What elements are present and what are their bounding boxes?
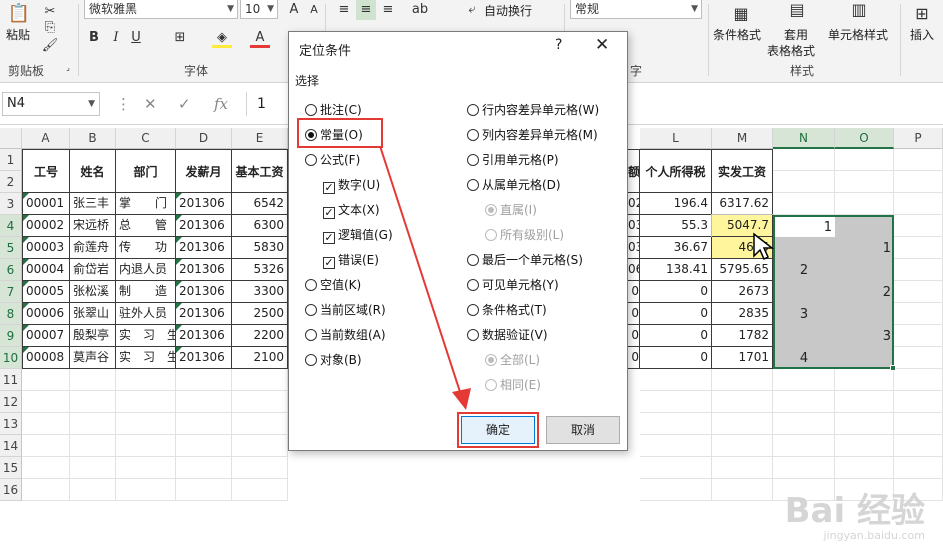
watermark: Bai 经验 jingyan.baidu.com bbox=[785, 493, 925, 542]
watermark-brand: Bai 经验 bbox=[784, 491, 925, 531]
cursor-icon bbox=[753, 232, 774, 261]
arrow-annotation bbox=[379, 145, 471, 410]
